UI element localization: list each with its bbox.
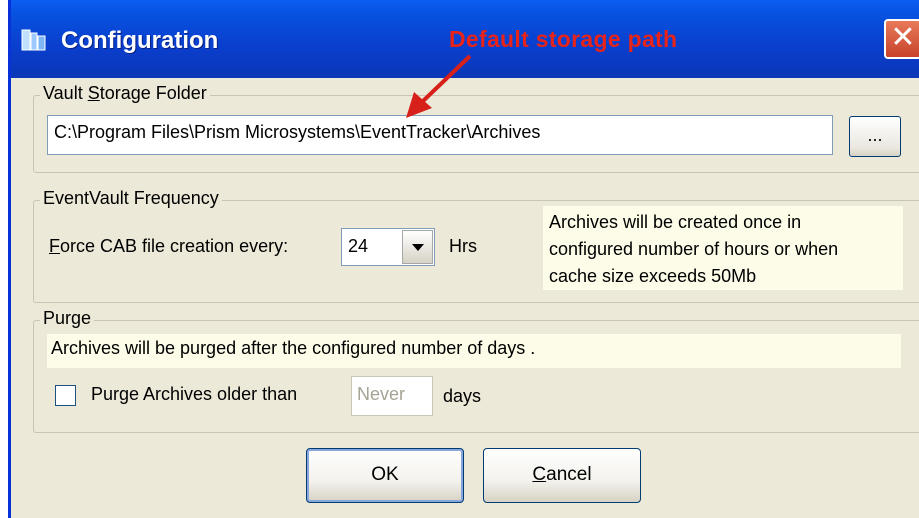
frequency-info-line: configured number of hours or when (549, 239, 839, 259)
frequency-info-line: Archives will be created once in (549, 212, 802, 232)
frequency-combobox[interactable]: 24 (341, 228, 435, 266)
purge-info-text: Archives will be purged after the config… (47, 334, 901, 368)
purge-legend: Purge (40, 308, 95, 329)
vault-storage-legend: Vault Storage Folder (43, 83, 207, 103)
chevron-down-icon[interactable] (402, 230, 433, 264)
close-button[interactable]: ✕ (884, 19, 919, 59)
ok-button[interactable]: OK (306, 448, 464, 503)
annotation-arrow (406, 54, 472, 118)
config-app-icon (21, 29, 46, 51)
purge-checkbox[interactable] (55, 385, 76, 406)
purge-days-input[interactable]: Never (351, 376, 433, 416)
cab-frequency-label: Force CAB file creation every: (49, 236, 289, 256)
frequency-info-box: Archives will be created once in configu… (543, 206, 903, 290)
window-title: Configuration (61, 27, 219, 54)
browse-button[interactable]: ... (849, 116, 901, 157)
purge-checkbox-label[interactable]: Purge Archives older than (91, 384, 297, 405)
days-unit-label: days (443, 386, 482, 406)
hours-unit-label: Hrs (449, 236, 477, 256)
frequency-legend: EventVault Frequency (40, 188, 222, 209)
cancel-button[interactable]: Cancel (483, 448, 641, 503)
close-icon: ✕ (890, 20, 916, 55)
frequency-selected-value: 24 (348, 236, 369, 256)
annotation-callout: Default storage path (449, 26, 678, 52)
frequency-info-line: cache size exceeds 50Mb (549, 266, 757, 286)
